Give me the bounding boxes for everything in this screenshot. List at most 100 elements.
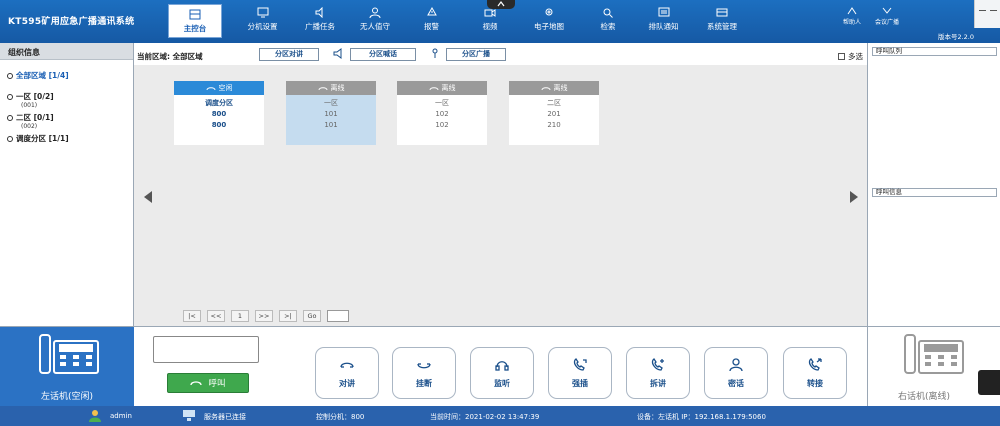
helper-button[interactable]: 帮助人	[843, 6, 861, 26]
call-button[interactable]: 呼叫	[167, 373, 249, 393]
zone-card-name: 调度分区	[205, 99, 233, 107]
multi-select-label: 多选	[848, 52, 863, 61]
handset-icon	[318, 86, 327, 90]
go-button[interactable]: Go	[303, 310, 321, 322]
scroll-left-arrow[interactable]	[144, 191, 152, 203]
main-nav: 主控台 分机设置 广播任务 无人值守 报警 视频 电子地图 检索 排队通知 系统…	[168, 0, 753, 40]
user-icon	[369, 7, 381, 18]
zone-card-status-bar: 离线	[286, 81, 376, 95]
nav-label: 主控台	[183, 23, 207, 33]
tree-item-dispatch-zone[interactable]: 调度分区 [1/1]	[7, 133, 133, 144]
zone-card[interactable]: 离线 一区 102 102	[397, 81, 487, 145]
zone-card-name: 一区	[324, 99, 338, 107]
window-controls[interactable]	[974, 0, 1000, 28]
conference-broadcast-button[interactable]: 会议广播	[875, 6, 899, 26]
monitor-button[interactable]: 监听	[470, 347, 534, 399]
call-queue-header: 呼叫队列	[872, 47, 997, 56]
nav-item-system-admin[interactable]: 系统管理	[691, 0, 753, 38]
broadcast-icon	[315, 6, 323, 18]
call-info-header: 呼叫信息	[872, 188, 997, 197]
user-icon	[89, 410, 101, 422]
zone-card-number: 101	[324, 121, 338, 129]
nav-item-queue-notice[interactable]: 排队通知	[636, 0, 691, 38]
zone-card[interactable]: 离线 一区 101 101	[286, 81, 376, 145]
zone-card-status: 空闲	[218, 84, 233, 92]
nav-item-search[interactable]: 检索	[580, 0, 636, 38]
status-bar: admin 服务器已连接 控制分机：800 当前时间：2021-02-02 13…	[0, 406, 1000, 426]
nav-label: 电子地图	[534, 21, 564, 31]
headset-icon	[495, 360, 509, 371]
zone-card-status-bar: 离线	[509, 81, 599, 95]
zone-broadcast-button[interactable]: 分区广播	[446, 48, 506, 61]
prev-page-button[interactable]: <<	[207, 310, 225, 322]
zone-card-number: 101	[324, 110, 338, 118]
handset-icon	[541, 86, 550, 90]
barge-in-icon	[573, 357, 587, 371]
zone-card[interactable]: 离线 二区 201 210	[509, 81, 599, 145]
nav-label: 无人值守	[360, 21, 390, 31]
tree-item-label: 二区 [0/1]	[16, 113, 54, 122]
zone-card[interactable]: 空闲 调度分区 800 800	[174, 81, 264, 145]
intercom-button[interactable]: 对讲	[315, 347, 379, 399]
zone-toolbar: 当前区域: 全部区域 分区对讲 分区喊话 分区广播 多选	[134, 43, 867, 65]
scroll-right-arrow[interactable]	[850, 191, 858, 203]
alarm-icon	[426, 6, 437, 15]
monitor-icon	[257, 7, 268, 17]
zone-card-body: 一区 102 102	[397, 95, 487, 131]
zone-card-number: 102	[435, 110, 449, 118]
last-page-button[interactable]: >|	[279, 310, 297, 322]
hangup-icon	[417, 362, 431, 368]
split-call-icon	[651, 357, 664, 371]
handset-icon	[429, 86, 438, 90]
right-phone-label: 右话机(离线)	[898, 392, 951, 402]
left-phone-label: 左话机(空闲)	[40, 392, 94, 402]
organization-panel-header: 组织信息	[0, 43, 133, 60]
left-phone-panel[interactable]: 左话机(空闲)	[0, 327, 134, 407]
tree-item-zone-2[interactable]: 二区 [0/1]	[7, 112, 133, 123]
private-call-button[interactable]: 密话	[704, 347, 768, 399]
zone-intercom-button[interactable]: 分区对讲	[259, 48, 319, 61]
checkbox-icon	[838, 53, 845, 60]
multi-select-toggle[interactable]: 多选	[838, 51, 863, 62]
floating-widget[interactable]	[978, 370, 1000, 395]
zone-shout-button[interactable]: 分区喊话	[350, 48, 416, 61]
tree-item-label: 调度分区 [1/1]	[16, 134, 69, 143]
first-page-button[interactable]: |<	[183, 310, 201, 322]
nav-item-alarm[interactable]: 报警	[401, 0, 462, 38]
zone-card-body: 二区 201 210	[509, 95, 599, 131]
split-call-button[interactable]: 拆讲	[626, 347, 690, 399]
top-right-icons: 帮助人 会议广播	[843, 6, 899, 26]
broadcast-tower-icon	[432, 48, 438, 58]
monitor-label: 监听	[494, 378, 510, 388]
zone-card-number: 201	[547, 110, 561, 118]
radio-icon	[7, 93, 13, 100]
zone-card-name: 一区	[435, 99, 449, 107]
handset-icon	[190, 381, 203, 386]
nav-item-extension-settings[interactable]: 分机设置	[234, 0, 291, 38]
next-page-button[interactable]: >>	[255, 310, 273, 322]
current-page[interactable]: 1	[231, 310, 249, 322]
zone-card-number: 210	[547, 121, 561, 129]
tree-item-code: (001)	[21, 102, 38, 109]
tree-item-zone-1[interactable]: 一区 [0/2]	[7, 91, 133, 102]
transfer-label: 转接	[807, 378, 823, 388]
tree-item-all-areas[interactable]: 全部区域 [1/4]	[7, 70, 133, 81]
hangup-button[interactable]: 挂断	[392, 347, 456, 399]
page-jump-input[interactable]	[327, 310, 349, 322]
zone-card-status: 离线	[553, 84, 568, 92]
dial-number-input[interactable]	[153, 336, 259, 363]
nav-item-broadcast-task[interactable]: 广播任务	[291, 0, 349, 38]
status-user: admin	[110, 412, 132, 420]
zone-card-body: 一区 101 101	[286, 95, 376, 145]
nav-item-console[interactable]: 主控台	[168, 4, 222, 38]
right-phone-panel[interactable]: 右话机(离线)	[867, 327, 1000, 407]
conference-label: 会议广播	[875, 19, 900, 26]
radio-icon	[7, 72, 13, 79]
current-area-label: 当前区域: 全部区域	[137, 52, 203, 61]
area-tree: 全部区域 [1/4] 一区 [0/2] (001) 二区 [0/1] (002)…	[0, 60, 133, 144]
nav-item-unattended[interactable]: 无人值守	[349, 0, 401, 38]
nav-item-video[interactable]: 视频	[462, 0, 518, 38]
transfer-button[interactable]: 转接	[783, 347, 847, 399]
barge-in-button[interactable]: 强插	[548, 347, 612, 399]
nav-item-e-map[interactable]: 电子地图	[518, 0, 580, 38]
